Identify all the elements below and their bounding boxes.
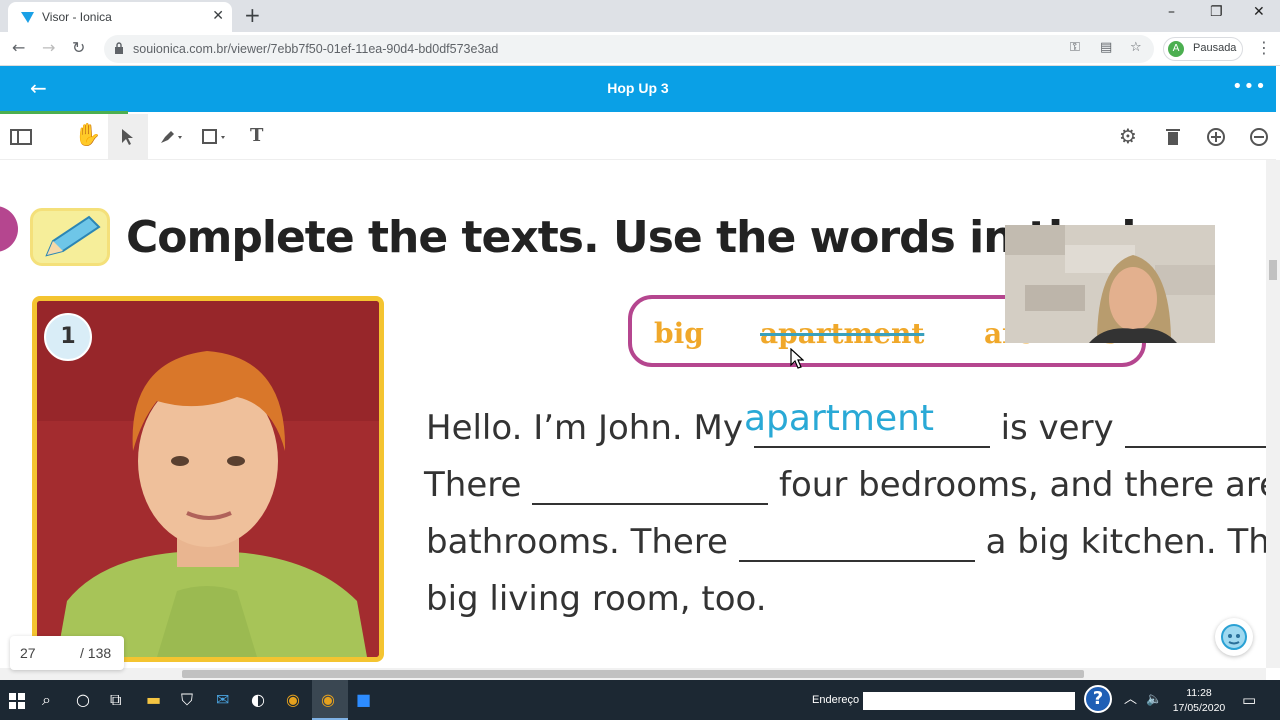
blank-field[interactable] xyxy=(738,528,975,562)
close-window-icon[interactable]: ✕ xyxy=(1253,4,1265,20)
text-tool-icon[interactable]: T xyxy=(250,124,263,148)
horizontal-scrollbar[interactable] xyxy=(0,668,1266,680)
exercise-line-4: big living room, too. xyxy=(426,579,767,619)
address-bar[interactable]: souionica.com.br/viewer/7ebb7f50-01ef-11… xyxy=(104,35,1154,63)
file-explorer-icon[interactable]: ▬ xyxy=(146,690,161,710)
rectangle-icon[interactable] xyxy=(201,128,231,146)
clock[interactable]: 11:28 17/05/2020 xyxy=(1172,686,1226,716)
avatar: A xyxy=(1168,41,1184,57)
word-apartment: apartment xyxy=(760,317,925,350)
app-title: Hop Up 3 xyxy=(607,80,669,96)
horizontal-scroll-thumb[interactable] xyxy=(182,670,1084,678)
browser-tab[interactable]: Visor - Ionica ✕ xyxy=(8,2,232,32)
clock-time: 11:28 xyxy=(1186,687,1212,699)
vertical-scrollbar[interactable] xyxy=(1266,160,1280,668)
exercise-line-2: There four bedrooms, and there are th xyxy=(424,465,1266,505)
reload-icon[interactable]: ↻ xyxy=(72,39,85,57)
app-header: ← Hop Up 3 ••• xyxy=(0,66,1276,112)
pencil-icon xyxy=(30,208,110,266)
exercise-number-badge xyxy=(0,206,18,252)
clock-date: 17/05/2020 xyxy=(1172,702,1226,714)
assistant-avatar-button[interactable] xyxy=(1215,618,1253,656)
cortana-icon[interactable]: ○ xyxy=(76,690,90,710)
word-big: big xyxy=(654,317,704,350)
hand-icon[interactable]: ✋ xyxy=(74,124,101,148)
mail-icon[interactable]: ✉ xyxy=(216,690,229,710)
highlighter-icon[interactable] xyxy=(158,128,188,146)
browser-tab-strip: Visor - Ionica ✕ + – ❐ ✕ xyxy=(0,0,1280,32)
hp-icon[interactable]: ◐ xyxy=(251,690,265,710)
vertical-scroll-thumb[interactable] xyxy=(1269,260,1277,280)
zoom-app-icon[interactable]: ■ xyxy=(356,690,371,710)
zoom-out-icon[interactable] xyxy=(1249,127,1269,147)
current-page-input[interactable]: 27 xyxy=(20,645,36,661)
back-arrow-icon[interactable]: ← xyxy=(12,39,25,57)
profile-label: Pausada xyxy=(1193,42,1237,54)
store-icon[interactable]: ⛉ xyxy=(181,690,193,710)
address-toolbar-label: Endereço xyxy=(812,694,860,706)
translate-icon[interactable]: ▤ xyxy=(1100,40,1112,55)
blank-field[interactable] xyxy=(1124,414,1266,448)
line-text: four bedrooms, and there are th xyxy=(779,465,1266,505)
line-text: is very xyxy=(989,408,1125,448)
mouse-cursor-icon xyxy=(790,348,804,369)
tab-close-icon[interactable]: ✕ xyxy=(212,8,224,24)
bookmark-star-icon[interactable]: ☆ xyxy=(1130,40,1142,55)
url-text: souionica.com.br/viewer/7ebb7f50-01ef-11… xyxy=(133,42,499,56)
volume-icon[interactable]: 🔈 xyxy=(1146,690,1162,710)
viewer-toolbar: ✋ T ⚙ xyxy=(0,114,1276,160)
windows-start-icon[interactable] xyxy=(9,693,25,709)
chrome-menu-icon[interactable]: ⋮ xyxy=(1256,38,1272,57)
tab-title: Visor - Ionica xyxy=(42,10,112,24)
forward-arrow-icon[interactable]: → xyxy=(42,39,55,57)
minimize-icon[interactable]: – xyxy=(1168,4,1175,20)
line-text: There xyxy=(424,465,533,505)
more-horizontal-icon[interactable]: ••• xyxy=(1232,76,1267,97)
profile-button[interactable]: A Pausada xyxy=(1163,37,1243,61)
key-icon[interactable]: ⚿ xyxy=(1070,40,1080,55)
line-text: bathrooms. There xyxy=(426,522,739,562)
new-tab-button[interactable]: + xyxy=(244,5,261,25)
tray-chevron-icon[interactable]: ︿ xyxy=(1124,690,1137,710)
line-text: Hello. I’m John. My xyxy=(426,408,754,448)
total-pages: / 138 xyxy=(80,645,112,661)
taskbar-address-input[interactable] xyxy=(863,692,1075,710)
browser-toolbar: ← → ↻ souionica.com.br/viewer/7ebb7f50-0… xyxy=(0,32,1280,66)
line-text: a big kitchen. There’s xyxy=(985,522,1266,562)
lock-icon xyxy=(115,42,123,54)
ionica-favicon-icon xyxy=(21,12,34,23)
filled-answer: apartment xyxy=(744,398,935,439)
zoom-in-icon[interactable] xyxy=(1206,127,1226,147)
search-icon[interactable]: ⌕ xyxy=(42,690,51,710)
settings-icon[interactable]: ⚙ xyxy=(1119,124,1137,148)
trash-icon[interactable] xyxy=(1165,127,1181,146)
help-icon[interactable]: ? xyxy=(1084,685,1112,713)
sidebar-toggle-icon[interactable] xyxy=(10,128,32,146)
exercise-line-3: bathrooms. There a big kitchen. There’s xyxy=(426,522,1266,562)
notifications-icon[interactable]: ▭ xyxy=(1242,690,1256,710)
line-text: big living room, too. xyxy=(426,579,767,619)
webcam-overlay xyxy=(1005,225,1215,343)
task-view-icon[interactable]: ⧉ xyxy=(110,690,121,710)
pointer-icon[interactable] xyxy=(120,128,134,146)
blank-field[interactable] xyxy=(532,471,769,505)
chrome-active-icon[interactable]: ◉ xyxy=(321,690,335,710)
windows-taskbar: ⌕ ○ ⧉ ▬ ⛉ ✉ ◐ ◉ ◉ ■ Endereço ? ︿ 🔈 11:28… xyxy=(0,680,1280,720)
photo-number-badge: 1 xyxy=(44,313,92,361)
page-indicator[interactable]: 27 / 138 xyxy=(10,636,124,670)
restore-icon[interactable]: ❐ xyxy=(1210,4,1223,20)
chrome-icon[interactable]: ◉ xyxy=(286,690,300,710)
